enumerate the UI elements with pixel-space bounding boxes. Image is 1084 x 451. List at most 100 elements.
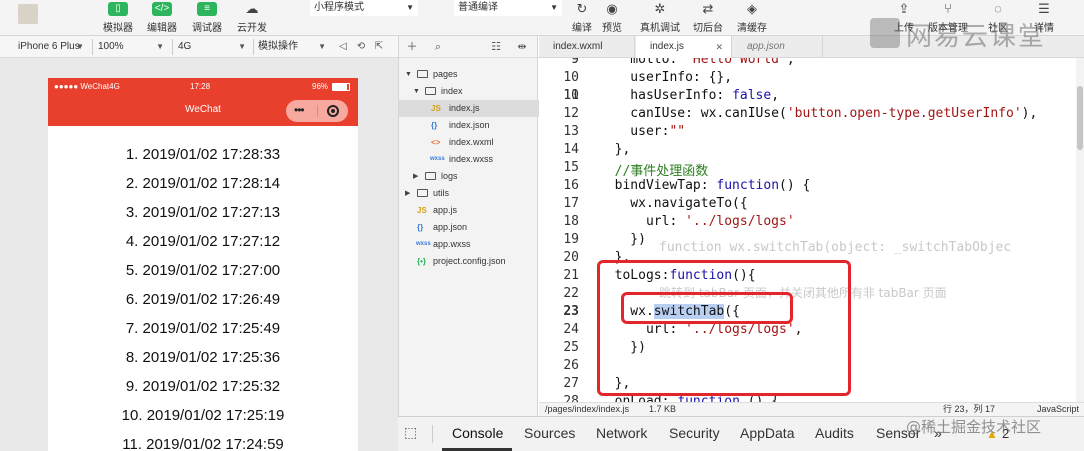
preview-button[interactable]: ◉ 预览	[592, 0, 632, 35]
cloud-icon: ☁	[245, 1, 259, 16]
close-circle-icon[interactable]	[327, 105, 339, 117]
mode-select[interactable]: 小程序模式 ▼	[310, 0, 418, 16]
tree-file-index-wxss[interactable]: wxss index.wxss	[399, 151, 539, 168]
tab-console[interactable]: Console	[452, 425, 503, 441]
tree-label: project.config.json	[433, 256, 506, 266]
tree-file-app-wxss[interactable]: wxss app.wxss	[399, 236, 539, 253]
editor-button[interactable]: </> 编辑器	[142, 0, 182, 34]
layers-icon: ◈	[747, 1, 757, 16]
volume-icon[interactable]: ◁	[336, 39, 350, 55]
network-select[interactable]: 4G ▼	[178, 39, 250, 55]
battery-icon	[332, 83, 350, 91]
log-item: 3. 2019/01/02 17:27:13	[125, 204, 281, 221]
cloud-dev-button[interactable]: ☁ 云开发	[232, 0, 272, 35]
zoom-select-value: 100%	[98, 41, 124, 52]
code-line: wx.navigateTo({	[599, 196, 748, 211]
cloud-dev-label: 云开发	[237, 23, 267, 34]
device-select[interactable]: iPhone 6 Plus ▼	[18, 39, 88, 55]
code-line: },	[599, 142, 631, 157]
log-item: 6. 2019/01/02 17:26:49	[125, 291, 281, 308]
tab-index-wxml[interactable]: index.wxml	[539, 36, 635, 58]
time-label: 17:28	[190, 82, 211, 91]
search-icon[interactable]: ⌕	[431, 39, 445, 55]
code-line: })	[599, 232, 646, 247]
code-line: bindViewTap: function() {	[599, 178, 811, 193]
debugger-button[interactable]: ≡ 调试器	[187, 0, 227, 34]
battery-label: 96%	[312, 82, 329, 91]
more-dots-icon[interactable]: •••	[294, 103, 305, 117]
log-item: 2. 2019/01/02 17:28:14	[125, 175, 281, 192]
upload-icon: ⇪	[898, 1, 910, 16]
intellisense-signature: function wx.switchTab(object: _switchTab…	[659, 240, 1012, 255]
chevron-down-icon: ▼	[156, 42, 164, 51]
tree-folder-pages[interactable]: ▼ pages	[399, 66, 539, 83]
device-select-value: iPhone 6 Plus	[18, 41, 80, 52]
tree-file-app-js[interactable]: JS app.js	[399, 202, 539, 219]
network-select-value: 4G	[178, 41, 192, 52]
chevron-right-icon: ▶	[405, 190, 411, 197]
scrollbar-thumb[interactable]	[1077, 86, 1083, 150]
tree-folder-logs[interactable]: ▶ logs	[399, 168, 539, 185]
zoom-select[interactable]: 100% ▼	[98, 39, 168, 55]
status-language[interactable]: JavaScript	[1037, 403, 1079, 416]
tree-file-app-json[interactable]: {} app.json	[399, 219, 539, 236]
preview-label: 预览	[602, 23, 622, 34]
js-file-icon: JS	[417, 206, 427, 215]
config-file-icon: {•}	[417, 257, 427, 266]
inspect-icon[interactable]: ⬚	[404, 424, 417, 441]
tab-security[interactable]: Security	[669, 425, 720, 441]
tree-folder-utils[interactable]: ▶ utils	[399, 185, 539, 202]
split-icon[interactable]: ⇹	[515, 39, 529, 55]
divider	[92, 39, 93, 55]
divider	[253, 39, 254, 55]
mode-select-value: 小程序模式	[314, 2, 364, 13]
tab-app-json[interactable]: app.json	[733, 36, 823, 58]
tab-network[interactable]: Network	[596, 425, 647, 441]
wxml-file-icon: <>	[431, 138, 441, 147]
divider	[432, 425, 433, 443]
tree-file-project-config[interactable]: {•} project.config.json	[399, 253, 539, 270]
capsule-menu[interactable]: •••	[286, 100, 348, 122]
code-line: //事件处理函数	[614, 164, 709, 179]
watermark-top: 网易云课堂	[906, 22, 1047, 52]
chevron-down-icon: ▼	[406, 3, 414, 12]
remote-debug-button[interactable]: ✲ 真机调试	[640, 0, 680, 35]
tree-file-index-js[interactable]: JS index.js	[399, 100, 539, 117]
chevron-right-icon: ▶	[413, 173, 419, 180]
code-line: motto: 'Hello World',	[599, 58, 795, 67]
chevron-down-icon: ▼	[413, 88, 420, 95]
tab-audits[interactable]: Audits	[815, 425, 854, 441]
add-icon[interactable]: ＋	[405, 39, 419, 55]
tab-sources[interactable]: Sources	[524, 425, 575, 441]
tab-appdata[interactable]: AppData	[740, 425, 794, 441]
json-file-icon: {}	[431, 121, 438, 130]
tree-file-index-json[interactable]: {} index.json	[399, 117, 539, 134]
log-item: 1. 2019/01/02 17:28:33	[125, 146, 281, 163]
switch-icon: ⇄	[702, 1, 714, 16]
list-icon[interactable]: ☷	[489, 39, 503, 55]
log-list: 1. 2019/01/02 17:28:33 2. 2019/01/02 17:…	[48, 146, 358, 451]
wxss-file-icon: wxss	[430, 156, 445, 162]
code-editor[interactable]: 9 10 9 10 11 12 13 14 15 16 17 18 19 20 …	[539, 58, 1084, 402]
carrier-label: ●●●●● WeChat4G	[54, 82, 120, 91]
simulator-button[interactable]: ▯ 模拟器	[98, 0, 138, 34]
compile-select[interactable]: 普通编译 ▼	[454, 0, 562, 16]
popout-icon[interactable]: ⇱	[372, 39, 386, 55]
code-line: userInfo: {},	[599, 70, 733, 85]
vertical-scrollbar[interactable]	[1076, 58, 1084, 402]
tree-folder-index[interactable]: ▼ index	[399, 83, 539, 100]
rotate-icon[interactable]: ⟲	[354, 39, 368, 55]
clear-cache-button[interactable]: ◈ 清缓存	[732, 0, 772, 35]
tree-label: app.json	[433, 222, 468, 232]
code-line: url: '../logs/logs'	[599, 214, 795, 229]
eye-icon: ◉	[606, 1, 618, 16]
tree-file-index-wxml[interactable]: <> index.wxml	[399, 134, 539, 151]
folder-icon	[425, 172, 436, 180]
chat-icon: ◌	[994, 1, 1002, 16]
simulator-toolbar: iPhone 6 Plus ▼ 100% ▼ 4G ▼ 模拟操作 ▼ ◁ ⟲ ⇱	[0, 36, 398, 58]
avatar[interactable]	[18, 4, 38, 24]
close-icon[interactable]: ✕	[715, 36, 723, 58]
operation-select[interactable]: 模拟操作 ▼	[258, 39, 330, 55]
tab-index-js[interactable]: index.js ✕	[636, 36, 732, 58]
background-button[interactable]: ⇄ 切后台	[688, 0, 728, 35]
